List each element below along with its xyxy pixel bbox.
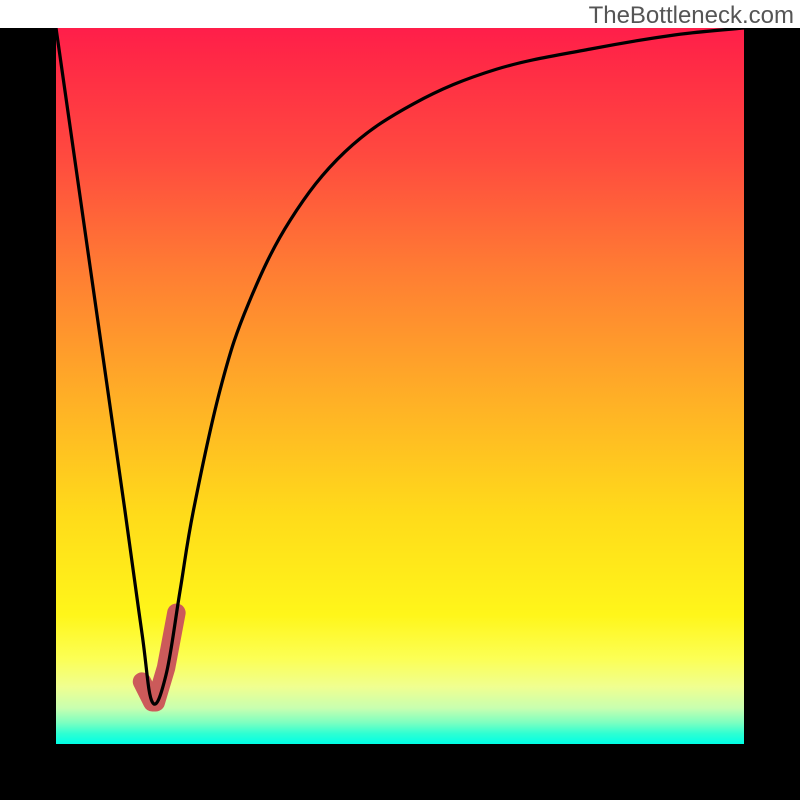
curves-layer: [56, 28, 744, 716]
plot-area: [56, 28, 744, 744]
chart-frame: [0, 28, 800, 800]
highlight-marker: [142, 613, 176, 702]
chart-container: TheBottleneck.com: [0, 0, 800, 800]
bottleneck-curve: [56, 28, 744, 704]
watermark-label: TheBottleneck.com: [589, 2, 794, 30]
